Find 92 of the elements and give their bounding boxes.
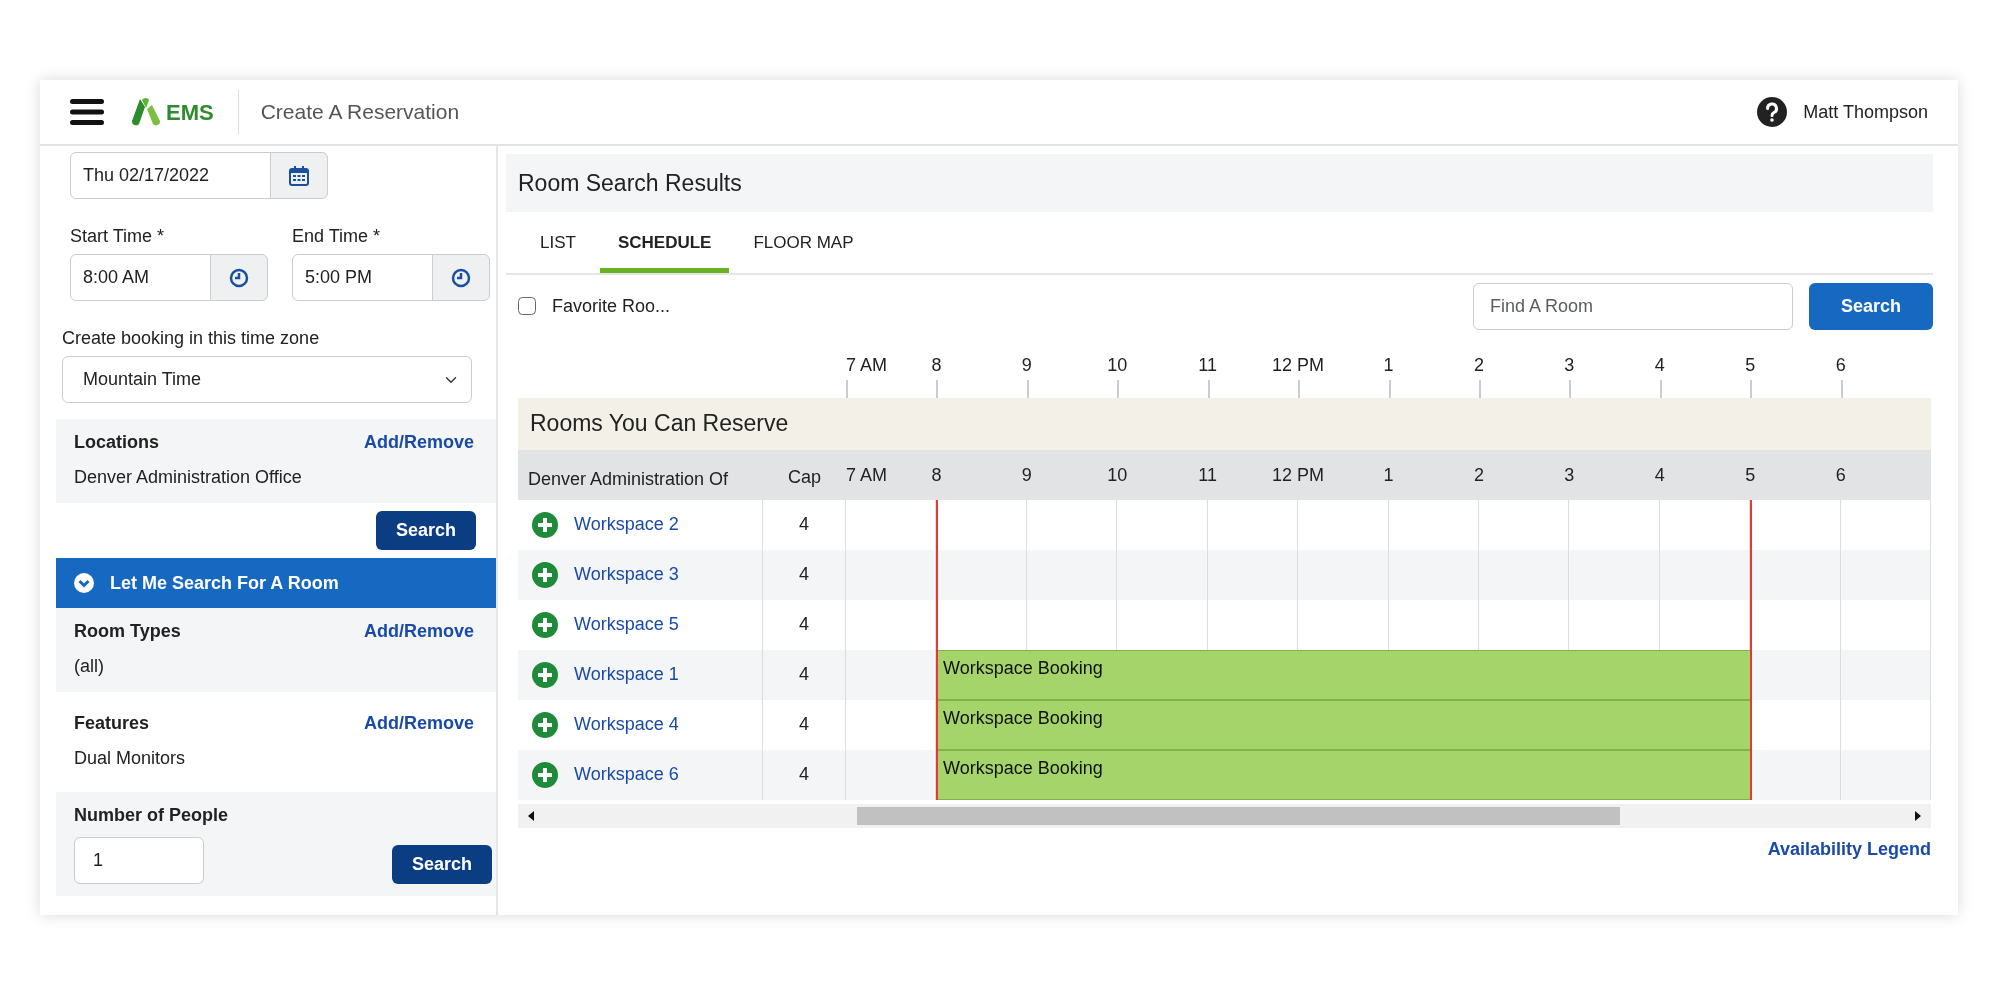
add-icon[interactable] <box>532 661 558 688</box>
start-time-field[interactable]: 8:00 AM <box>70 254 211 301</box>
end-time-field[interactable]: 5:00 PM <box>292 254 433 301</box>
hour-label: 9 <box>1021 463 1032 487</box>
hour-label: 11 <box>1198 463 1218 487</box>
add-icon[interactable] <box>532 561 558 588</box>
section-label: Features <box>74 712 150 735</box>
hour-label: 8 <box>931 353 942 377</box>
horizontal-scrollbar[interactable] <box>518 803 1931 828</box>
add-icon[interactable] <box>532 711 558 738</box>
clock-button[interactable] <box>432 254 490 301</box>
room-link[interactable]: Workspace 5 <box>574 611 679 638</box>
table-cell: 4 <box>763 599 846 650</box>
field-label: Start Time * <box>70 225 166 248</box>
column-header: Denver Administration Of <box>527 468 730 491</box>
table-cell: 4 <box>763 749 846 800</box>
add-icon[interactable] <box>532 511 558 538</box>
hour-label: 10 <box>1107 463 1128 487</box>
collapse-header[interactable]: Let Me Search For A Room <box>56 558 496 608</box>
favorite-checkbox[interactable] <box>518 297 536 315</box>
hour-label: 12 PM <box>1272 353 1325 377</box>
clock-button[interactable] <box>210 254 268 301</box>
checkbox-label: Favorite Roo... <box>552 294 671 318</box>
hour-label: 2 <box>1473 353 1484 377</box>
section-label: Room Types <box>74 620 181 643</box>
hour-label: 3 <box>1564 353 1575 377</box>
timezone-select[interactable]: Mountain Time <box>62 356 472 403</box>
hour-label: 1 <box>1383 353 1394 377</box>
hour-label: 5 <box>1745 463 1756 487</box>
help-icon[interactable] <box>1757 97 1788 127</box>
people-field[interactable]: 1 <box>74 837 204 884</box>
calendar-button[interactable] <box>270 152 328 199</box>
hour-label: 10 <box>1107 353 1128 377</box>
field-label: Create booking in this time zone <box>62 327 321 350</box>
hour-label: 4 <box>1654 463 1665 487</box>
tab[interactable]: LIST <box>522 220 594 273</box>
app-name: EMS <box>166 98 214 127</box>
hour-label: 8 <box>931 463 942 487</box>
hour-label: 11 <box>1198 353 1218 377</box>
field-label: End Time * <box>292 225 382 248</box>
table-cell: 4 <box>763 499 846 550</box>
add-icon[interactable] <box>532 611 558 638</box>
hour-label: 7 AM <box>846 353 888 377</box>
hour-label: 6 <box>1835 463 1846 487</box>
tab[interactable]: SCHEDULE <box>599 220 730 273</box>
hour-label: 6 <box>1835 353 1846 377</box>
hour-label: 3 <box>1564 463 1575 487</box>
add-remove-link[interactable]: Add/Remove <box>363 618 474 645</box>
room-link[interactable]: Workspace 2 <box>574 511 679 538</box>
search-button[interactable]: Search <box>1809 282 1933 330</box>
booking-bar[interactable]: Workspace Booking <box>936 749 1751 800</box>
location-value: Denver Administration Office <box>74 466 303 489</box>
room-link[interactable]: Workspace 3 <box>574 561 679 588</box>
booking-bar[interactable]: Workspace Booking <box>936 649 1751 700</box>
column-header: Cap <box>787 465 822 489</box>
legend-link[interactable]: Availability Legend <box>1767 835 1931 863</box>
scroll-right-icon[interactable] <box>1913 809 1923 822</box>
hour-label: 1 <box>1383 463 1394 487</box>
clock-icon <box>229 268 249 289</box>
calendar-icon <box>289 166 309 187</box>
filter-value: Dual Monitors <box>74 747 187 770</box>
hour-label: 4 <box>1654 353 1665 377</box>
hour-label: 7 AM <box>846 463 888 487</box>
room-link[interactable]: Workspace 4 <box>574 711 679 738</box>
scroll-left-icon[interactable] <box>526 809 536 822</box>
booking-bar[interactable]: Workspace Booking <box>936 699 1751 750</box>
add-remove-link[interactable]: Add/Remove <box>363 710 474 737</box>
page-title: Create A Reservation <box>237 90 460 134</box>
room-link[interactable]: Workspace 6 <box>574 761 679 788</box>
filter-value: (all) <box>74 655 105 678</box>
table-cell: 4 <box>763 649 846 700</box>
date-field[interactable]: Thu 02/17/2022 <box>70 152 271 199</box>
add-remove-link[interactable]: Add/Remove <box>363 429 474 456</box>
section-label: Number of People <box>74 804 229 827</box>
search-button[interactable]: Search <box>391 845 492 884</box>
room-link[interactable]: Workspace 1 <box>574 661 679 688</box>
user-name[interactable]: Matt Thompson <box>1803 98 1928 126</box>
menu-icon[interactable] <box>70 98 104 126</box>
table-cell: 4 <box>763 549 846 600</box>
panel-title: Room Search Results <box>506 154 1933 212</box>
hour-label: 12 PM <box>1272 463 1325 487</box>
section-label: Locations <box>74 431 159 454</box>
tab[interactable]: FLOOR MAP <box>735 220 872 273</box>
hour-label: 2 <box>1473 463 1484 487</box>
search-button[interactable]: Search <box>375 511 476 550</box>
hour-label: 9 <box>1021 353 1032 377</box>
hour-label: 5 <box>1745 353 1756 377</box>
section-title: Rooms You Can Reserve <box>518 397 1931 450</box>
add-icon[interactable] <box>532 761 558 788</box>
find-room-field[interactable]: Find A Room <box>1473 282 1793 330</box>
table-cell: 4 <box>763 699 846 750</box>
clock-icon <box>451 268 471 289</box>
